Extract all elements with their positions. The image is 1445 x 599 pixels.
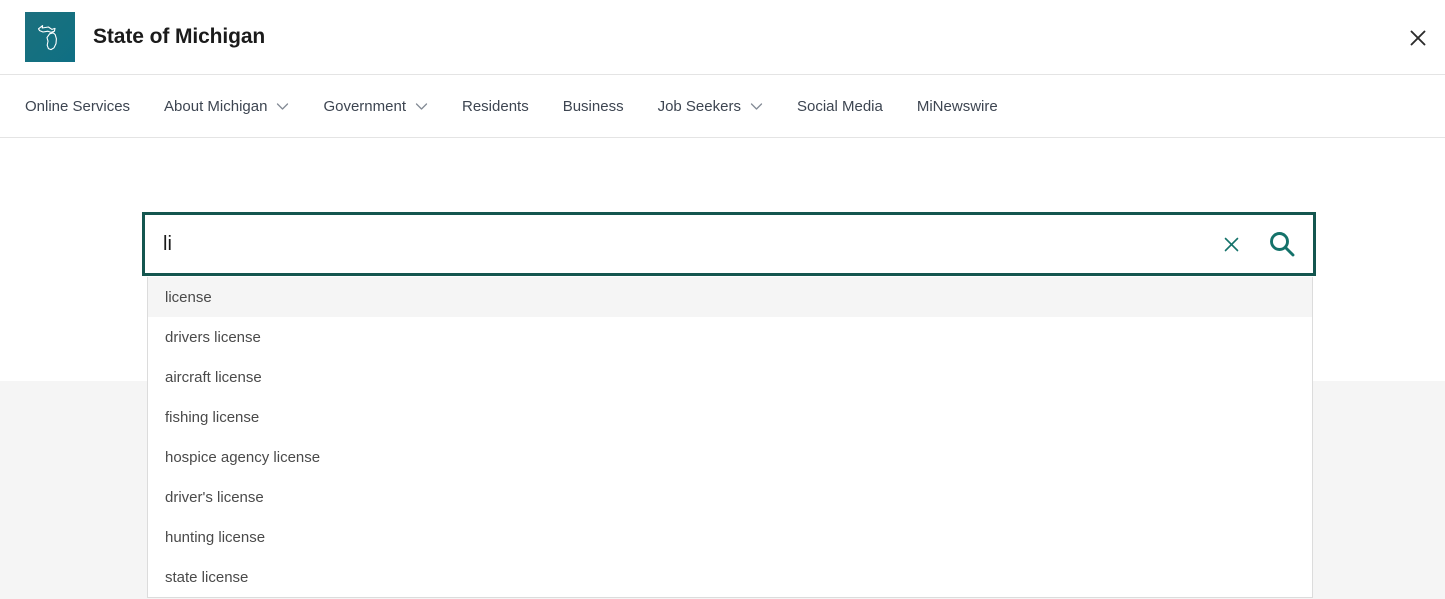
suggestion-label: state license (165, 568, 249, 586)
brand[interactable]: State of Michigan (25, 12, 265, 62)
suggestion-label: hunting license (165, 528, 266, 546)
nav-item-social-media[interactable]: Social Media (797, 98, 883, 115)
chevron-down-icon (750, 98, 763, 115)
nav-item-job-seekers[interactable]: Job Seekers (658, 98, 763, 115)
nav-item-residents[interactable]: Residents (462, 98, 529, 115)
suggestion-item[interactable]: fishing license (148, 397, 1312, 437)
search-box (142, 212, 1316, 276)
nav-item-label: Job Seekers (657, 98, 741, 115)
close-icon[interactable] (1404, 24, 1432, 52)
suggestion-item[interactable]: hunting license (148, 517, 1312, 557)
suggestion-label: aircraft license (165, 368, 262, 386)
suggestion-item[interactable]: aircraft license (148, 357, 1312, 397)
michigan-state-outline-icon (25, 12, 75, 62)
search-area (142, 212, 1316, 276)
nav-item-label: Government (323, 98, 406, 115)
nav-item-label: Social Media (796, 98, 883, 115)
search-suggestions-dropdown: license drivers license aircraft license… (147, 277, 1313, 598)
nav-item-label: Business (562, 98, 624, 115)
suggestion-item[interactable]: state license (148, 557, 1312, 597)
chevron-down-icon (276, 98, 289, 115)
main-navigation: Online Services About Michigan Governmen… (0, 76, 1445, 138)
nav-item-government[interactable]: Government (323, 98, 428, 115)
suggestion-label: drivers license (165, 328, 261, 346)
nav-item-about-michigan[interactable]: About Michigan (164, 98, 289, 115)
site-header: State of Michigan (0, 0, 1445, 75)
search-submit-button[interactable] (1251, 215, 1313, 273)
suggestion-item[interactable]: driver's license (148, 477, 1312, 517)
suggestion-label: license (165, 288, 212, 306)
suggestion-label: fishing license (165, 408, 260, 426)
nav-item-label: Residents (462, 98, 529, 115)
clear-search-button[interactable] (1211, 215, 1251, 273)
page-title: State of Michigan (93, 25, 266, 48)
suggestion-label: driver's license (165, 488, 264, 506)
nav-item-label: MiNewswire (916, 98, 998, 115)
suggestion-item[interactable]: license (148, 277, 1312, 317)
nav-item-online-services[interactable]: Online Services (25, 98, 130, 115)
nav-item-label: About Michigan (164, 98, 268, 115)
nav-item-business[interactable]: Business (563, 98, 624, 115)
search-input[interactable] (145, 215, 1211, 273)
chevron-down-icon (415, 98, 428, 115)
suggestion-label: hospice agency license (165, 448, 321, 466)
nav-item-minewswire[interactable]: MiNewswire (917, 98, 998, 115)
suggestion-item[interactable]: hospice agency license (148, 437, 1312, 477)
suggestion-item[interactable]: drivers license (148, 317, 1312, 357)
search-overlay-page: State of Michigan Online Services About … (0, 0, 1445, 599)
nav-item-label: Online Services (25, 98, 131, 115)
